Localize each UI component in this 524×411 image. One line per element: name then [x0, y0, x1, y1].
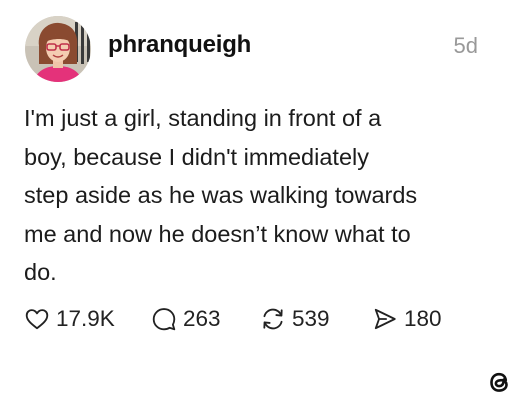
post-text-line: do. [24, 259, 57, 285]
avatar[interactable] [25, 16, 91, 82]
threads-post: phranqueigh 5d I'm just a girl, standing… [0, 0, 524, 411]
share-count: 180 [404, 306, 442, 331]
repost-icon [263, 308, 283, 330]
action-bar: 17.9K 263 539 180 [24, 302, 442, 336]
like-button[interactable]: 17.9K [24, 306, 151, 332]
repost-count: 539 [292, 306, 330, 331]
share-button[interactable]: 180 [372, 306, 442, 332]
reply-button[interactable]: 263 [151, 306, 260, 332]
post-text: I'm just a girl, standing in front of a … [24, 99, 494, 292]
reply-count: 263 [183, 306, 221, 331]
threads-logo-icon[interactable] [484, 367, 514, 397]
post-text-line: step aside as he was walking towards [24, 182, 418, 208]
post-text-line: I'm just a girl, standing in front of a [24, 105, 382, 131]
post-timestamp: 5d [453, 33, 478, 58]
post-text-line: boy, because I didn't immediately [24, 143, 369, 170]
heart-icon [25, 309, 49, 330]
username[interactable]: phranqueigh [108, 31, 251, 59]
send-icon [374, 308, 396, 330]
post-text-line: me and now he doesn’t know what to [24, 220, 411, 247]
like-count: 17.9K [56, 306, 115, 331]
speech-bubble-icon [152, 308, 176, 331]
repost-button[interactable]: 539 [260, 306, 372, 332]
